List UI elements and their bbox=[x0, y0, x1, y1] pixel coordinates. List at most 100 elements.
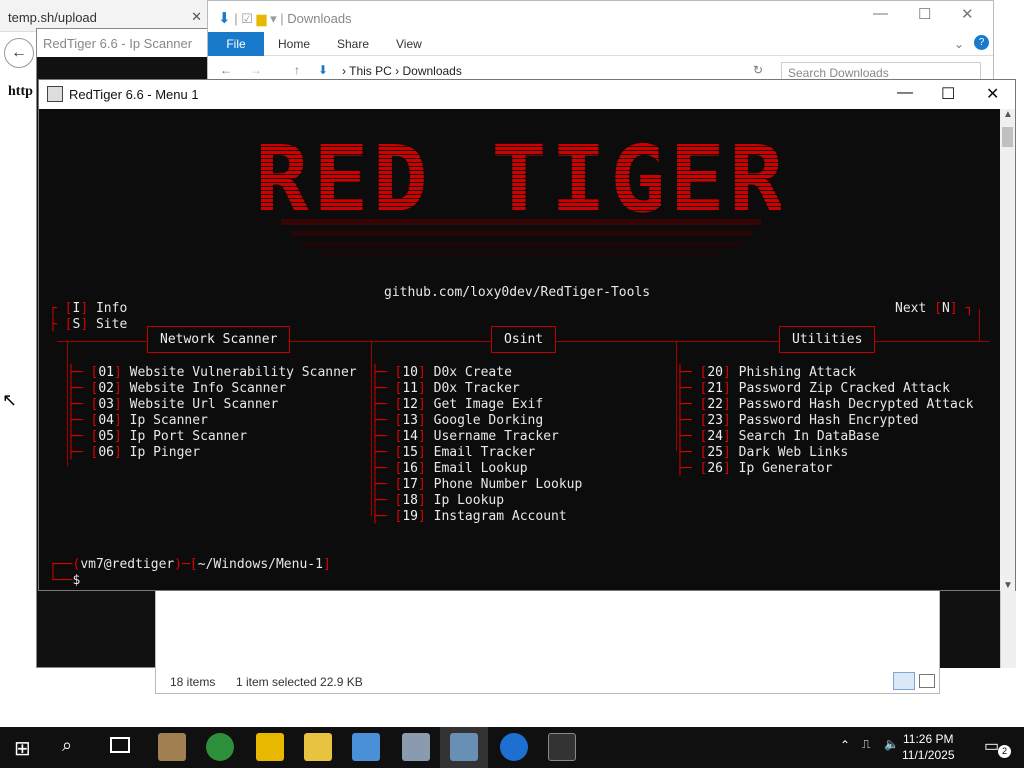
volume-muted-icon[interactable]: 🔈 bbox=[884, 737, 899, 751]
close-icon[interactable]: ✕ bbox=[986, 84, 999, 104]
ribbon-view[interactable]: View bbox=[396, 37, 422, 51]
back-icon[interactable]: ← bbox=[220, 63, 232, 77]
command-input[interactable]: └──$ bbox=[49, 573, 80, 588]
ribbon-file[interactable]: File bbox=[208, 32, 264, 56]
next-label: Next bbox=[895, 301, 927, 316]
menu-option-23[interactable]: ├─ [23] Password Hash Encrypted bbox=[676, 413, 919, 428]
chevron-down-icon[interactable]: ⌄ bbox=[954, 37, 964, 51]
scroll-thumb[interactable] bbox=[1002, 127, 1013, 147]
browser-tab-title: temp.sh/upload bbox=[8, 10, 97, 25]
menu-option-03[interactable]: ├─ [03] Website Url Scanner bbox=[67, 397, 278, 412]
explorer-window[interactable]: ⬇ | ☑ ▆ ▾ | Downloads — ☐ ✕ File Home Sh… bbox=[207, 0, 994, 82]
terminal-icon[interactable] bbox=[548, 733, 576, 761]
breadcrumb-this-pc[interactable]: This PC bbox=[349, 64, 392, 78]
menu-option-18[interactable]: ├─ [18] Ip Lookup bbox=[371, 493, 504, 508]
tiger-app-icon[interactable] bbox=[158, 733, 186, 761]
prompt-user: vm7@redtiger bbox=[80, 557, 175, 572]
chevron-up-icon[interactable]: ⌃ bbox=[840, 738, 850, 752]
github-link[interactable]: github.com/loxy0dev/RedTiger-Tools bbox=[384, 285, 650, 300]
scroll-down-icon[interactable]: ▼ bbox=[1003, 580, 1013, 591]
taskbar: ⊞ ⌕ ⌃ ⎍ 🔈 11:26 PM 11/1/2025 ▭ 2 bbox=[0, 727, 1024, 768]
forward-icon[interactable]: → bbox=[250, 63, 262, 77]
file-explorer-icon[interactable] bbox=[256, 733, 284, 761]
folder-icon: ▆ bbox=[256, 11, 267, 26]
menu-option-11[interactable]: ├─ [11] D0x Tracker bbox=[371, 381, 520, 396]
search-icon[interactable]: ⌕ bbox=[62, 735, 72, 756]
menu-option-13[interactable]: ├─ [13] Google Dorking bbox=[371, 413, 543, 428]
background-scrollbar[interactable] bbox=[1000, 588, 1016, 668]
menu-option-02[interactable]: ├─ [02] Website Info Scanner bbox=[67, 381, 286, 396]
minimize-icon[interactable]: — bbox=[873, 5, 888, 22]
up-icon[interactable]: ↑ bbox=[294, 63, 300, 77]
network-scanner-header: Network Scanner bbox=[147, 326, 291, 353]
notification-icon[interactable]: ▭ bbox=[984, 736, 999, 756]
menu-option-04[interactable]: ├─ [04] Ip Scanner bbox=[67, 413, 208, 428]
minimize-icon[interactable]: — bbox=[897, 84, 913, 102]
ip-scanner-titlebar[interactable]: RedTiger 6.6 - Ip Scanner bbox=[37, 29, 215, 57]
terminal-titlebar[interactable]: RedTiger 6.6 - Menu 1 — ☐ ✕ bbox=[39, 80, 1015, 109]
maximize-icon[interactable]: ☐ bbox=[941, 84, 955, 104]
virtualbox-icon[interactable] bbox=[352, 733, 380, 761]
ribbon-share[interactable]: Share bbox=[337, 37, 369, 51]
redtiger-app-icon[interactable] bbox=[450, 733, 478, 761]
menu-option-14[interactable]: ├─ [14] Username Tracker bbox=[371, 429, 559, 444]
windows-start-icon[interactable]: ⊞ bbox=[14, 736, 31, 761]
menu-option-10[interactable]: ├─ [10] D0x Create bbox=[371, 365, 512, 380]
info-option[interactable]: ┌ [I] Info bbox=[49, 301, 127, 316]
page-text: http bbox=[8, 84, 33, 99]
close-tab-icon[interactable]: ✕ bbox=[191, 9, 202, 25]
terminal-scrollbar[interactable]: ▲ ▼ bbox=[1000, 109, 1015, 591]
menu-option-25[interactable]: ├─ [25] Dark Web Links bbox=[676, 445, 848, 460]
menu-option-20[interactable]: ├─ [20] Phishing Attack bbox=[676, 365, 856, 380]
site-option[interactable]: ├ [S] Site bbox=[49, 317, 127, 332]
help-icon[interactable]: ? bbox=[974, 35, 989, 50]
menu-option-12[interactable]: ├─ [12] Get Image Exif bbox=[371, 397, 543, 412]
ribbon-home[interactable]: Home bbox=[278, 37, 310, 51]
prompt-path: ~/Windows/Menu-1 bbox=[197, 557, 323, 572]
status-item-count: 18 items bbox=[170, 675, 216, 689]
terminal-window[interactable]: RedTiger 6.6 - Menu 1 — ☐ ✕ RED TIGER gi… bbox=[38, 79, 1016, 591]
ip-scanner-title: RedTiger 6.6 - Ip Scanner bbox=[43, 36, 193, 51]
scroll-up-icon[interactable]: ▲ bbox=[1003, 109, 1013, 120]
computer-icon[interactable] bbox=[402, 733, 430, 761]
breadcrumb-downloads[interactable]: Downloads bbox=[402, 64, 461, 78]
menu-option-16[interactable]: ├─ [16] Email Lookup bbox=[371, 461, 528, 476]
clock-date: 11/1/2025 bbox=[902, 748, 955, 762]
refresh-icon[interactable]: ↻ bbox=[753, 63, 763, 77]
maximize-icon[interactable]: ☐ bbox=[918, 5, 931, 23]
osint-header: Osint bbox=[491, 326, 557, 353]
site-label: Site bbox=[95, 317, 128, 332]
menu-option-05[interactable]: ├─ [05] Ip Port Scanner bbox=[67, 429, 247, 444]
chrome-icon[interactable] bbox=[206, 733, 234, 761]
close-icon[interactable]: ✕ bbox=[961, 5, 974, 23]
back-arrow-icon[interactable]: ← bbox=[4, 38, 34, 68]
menu-option-22[interactable]: ├─ [22] Password Hash Decrypted Attack bbox=[676, 397, 973, 412]
large-icons-view-icon[interactable] bbox=[919, 674, 935, 688]
menu-option-15[interactable]: ├─ [15] Email Tracker bbox=[371, 445, 535, 460]
menu-option-06[interactable]: ├─ [06] Ip Pinger bbox=[67, 445, 200, 460]
explorer-bottom: 18 items 1 item selected 22.9 KB bbox=[155, 588, 940, 694]
red-tiger-banner: RED TIGER bbox=[261, 126, 781, 256]
mouse-cursor-icon: ↖ bbox=[2, 390, 18, 410]
internet-explorer-icon[interactable] bbox=[500, 733, 528, 761]
menu-option-21[interactable]: ├─ [21] Password Zip Cracked Attack bbox=[676, 381, 950, 396]
task-view-icon[interactable] bbox=[110, 737, 130, 753]
menu-option-19[interactable]: ├─ [19] Instagram Account bbox=[371, 509, 567, 524]
folder-zip-icon[interactable] bbox=[304, 733, 332, 761]
download-arrow-icon: ⬇ bbox=[318, 63, 329, 77]
ribbon: File Home Share View ⌄ ? bbox=[208, 32, 993, 56]
details-view-icon[interactable] bbox=[893, 672, 915, 690]
console-app-icon bbox=[47, 86, 63, 102]
explorer-title: Downloads bbox=[287, 11, 352, 26]
menu-option-01[interactable]: ├─ [01] Website Vulnerability Scanner bbox=[67, 365, 357, 380]
next-option[interactable]: Next [N] ┐ bbox=[895, 301, 973, 316]
menu-option-26[interactable]: ├─ [26] Ip Generator bbox=[676, 461, 833, 476]
clock[interactable]: 11:26 PM 11/1/2025 bbox=[902, 731, 955, 763]
info-label: Info bbox=[95, 301, 128, 316]
network-icon[interactable]: ⎍ bbox=[862, 737, 870, 752]
status-selection: 1 item selected 22.9 KB bbox=[236, 675, 363, 689]
download-arrow-icon: ⬇ bbox=[218, 10, 231, 27]
menu-option-17[interactable]: ├─ [17] Phone Number Lookup bbox=[371, 477, 582, 492]
console-output: RED TIGER github.com/loxy0dev/RedTiger-T… bbox=[39, 109, 1001, 591]
menu-option-24[interactable]: ├─ [24] Search In DataBase bbox=[676, 429, 880, 444]
